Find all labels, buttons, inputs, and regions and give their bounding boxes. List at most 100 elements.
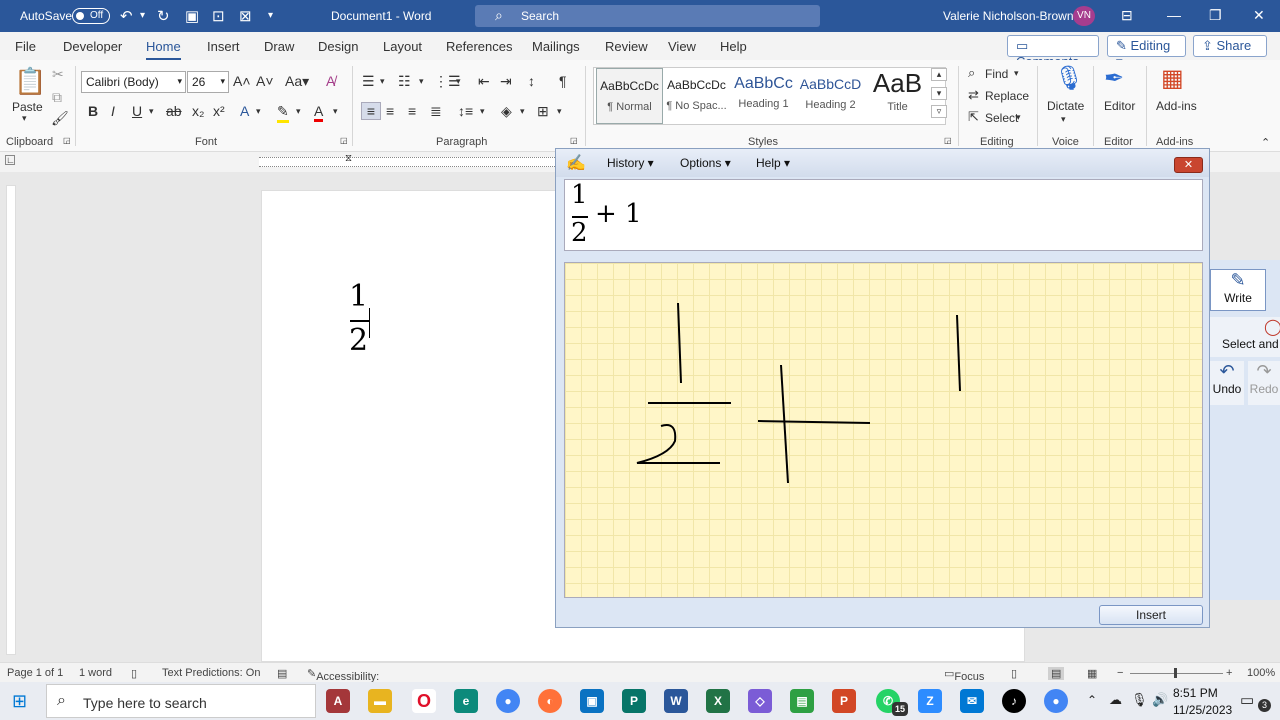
font-name-select[interactable]: Calibri (Body) ▾ — [81, 71, 186, 93]
menu-history[interactable]: History ▾ — [607, 156, 654, 170]
tab-draw[interactable]: Draw — [264, 39, 294, 54]
font-size-select[interactable]: 26 ▾ — [187, 71, 229, 93]
paragraph-launcher-icon[interactable]: ◲ — [570, 136, 578, 145]
multilevel-dropdown-icon[interactable]: ▾ — [456, 76, 461, 87]
undo-dropdown-icon[interactable]: ▾ — [140, 10, 145, 21]
font-launcher-icon[interactable]: ◲ — [340, 136, 348, 145]
cut-icon[interactable]: ✂ — [52, 66, 64, 83]
strikethrough-icon[interactable]: ab — [166, 103, 182, 119]
collapse-ribbon-icon[interactable]: ⌃ — [1261, 136, 1270, 149]
redo-tool-button[interactable]: ↷ Redo — [1248, 361, 1280, 405]
clear-formatting-icon[interactable]: A̸ — [326, 73, 335, 89]
zoom-app-icon[interactable]: Z — [918, 689, 942, 713]
proofing-icon[interactable]: ▯ — [131, 667, 137, 680]
editor-icon[interactable]: ✒ — [1104, 64, 1124, 93]
underline-icon[interactable]: U — [132, 103, 142, 119]
select-dropdown-icon[interactable]: ▾ — [1016, 112, 1021, 123]
tab-design[interactable]: Design — [318, 39, 358, 54]
autosave-toggle[interactable]: Off — [72, 8, 110, 24]
change-case-icon[interactable]: Aa▾ — [285, 73, 309, 90]
powerpoint-icon[interactable]: P — [832, 689, 856, 713]
comments-button[interactable]: ▭ Comments — [1007, 35, 1099, 69]
styles-scroll-up-icon[interactable]: ▴ — [931, 68, 947, 81]
tab-home[interactable]: Home — [146, 39, 181, 61]
excel-icon[interactable]: X — [706, 689, 730, 713]
close-icon[interactable]: ✕ — [1253, 7, 1265, 24]
justify-icon[interactable]: ≣ — [430, 103, 442, 120]
text-predictions[interactable]: Text Predictions: On — [162, 667, 260, 679]
superscript-icon[interactable]: x² — [213, 103, 225, 119]
tab-layout[interactable]: Layout — [383, 39, 422, 54]
read-mode-icon[interactable]: ▯ — [1011, 667, 1017, 680]
editor-button-label[interactable]: Editor — [1104, 99, 1135, 113]
highlight-dropdown-icon[interactable]: ▾ — [296, 106, 301, 117]
style-title[interactable]: AaB Title — [864, 68, 931, 124]
indent-marker-icon[interactable]: ⧖ — [345, 153, 352, 164]
replace-icon[interactable]: ⇄ — [968, 87, 979, 103]
tab-view[interactable]: View — [668, 39, 696, 54]
opera-icon[interactable]: O — [412, 689, 436, 713]
paste-dropdown-icon[interactable]: ▾ — [22, 113, 27, 124]
volume-icon[interactable]: 🔊 — [1152, 692, 1168, 708]
tab-file[interactable]: File — [15, 39, 36, 54]
word-count[interactable]: 1 word — [79, 667, 112, 679]
add-ins-button-label[interactable]: Add-ins — [1156, 99, 1197, 113]
shrink-font-icon[interactable]: A˅ — [256, 73, 274, 89]
numbering-dropdown-icon[interactable]: ▾ — [419, 76, 424, 87]
find-label[interactable]: Find — [985, 67, 1008, 81]
find-icon[interactable]: ⌕ — [968, 65, 975, 81]
macro-icon[interactable]: ▤ — [277, 667, 287, 680]
accessibility-status[interactable]: ✎ Accessibility: Good to go — [307, 667, 379, 695]
tab-mailings[interactable]: Mailings — [532, 39, 580, 54]
borders-icon[interactable]: ⊞ — [537, 103, 549, 120]
mail-icon[interactable]: ✉ — [960, 689, 984, 713]
italic-icon[interactable]: I — [111, 103, 115, 119]
tab-insert[interactable]: Insert — [207, 39, 240, 54]
bold-icon[interactable]: B — [88, 103, 98, 119]
zoom-level[interactable]: 100% — [1247, 667, 1275, 679]
styles-scroll-down-icon[interactable]: ▾ — [931, 87, 947, 100]
firefox-icon[interactable]: ◐ — [538, 689, 562, 713]
decrease-indent-icon[interactable]: ⇤ — [478, 73, 490, 90]
increase-indent-icon[interactable]: ⇥ — [500, 73, 512, 90]
tab-developer[interactable]: Developer — [63, 39, 122, 54]
zoom-slider-thumb[interactable] — [1174, 668, 1177, 678]
select-label[interactable]: Select — [985, 111, 1018, 125]
focus-button[interactable]: ▭ Focus — [944, 667, 984, 683]
paste-label[interactable]: Paste — [12, 100, 43, 114]
bullets-dropdown-icon[interactable]: ▾ — [380, 76, 385, 87]
select-icon[interactable]: ⇱ — [968, 109, 979, 125]
font-color-dropdown-icon[interactable]: ▾ — [333, 106, 338, 117]
style-heading-2[interactable]: AaBbCcD Heading 2 — [797, 68, 864, 124]
tiktok-icon[interactable]: ♪ — [1002, 689, 1026, 713]
menu-help[interactable]: Help ▾ — [756, 156, 790, 170]
file-explorer-icon[interactable]: ▬ — [368, 689, 392, 713]
zoom-out-icon[interactable]: − — [1117, 667, 1123, 679]
numbering-icon[interactable]: ☷ — [398, 73, 411, 90]
notifications-icon[interactable]: ▭ — [1240, 691, 1254, 709]
style-no-spacing[interactable]: AaBbCcDc ¶ No Spac... — [663, 68, 730, 124]
style-heading-1[interactable]: AaBbCc Heading 1 — [730, 68, 797, 124]
touch-mode-icon[interactable]: ⊠ — [239, 7, 252, 25]
editing-mode-button[interactable]: ✎ Editing ▾ — [1107, 35, 1186, 69]
tab-selector-icon[interactable]: ∟ — [5, 155, 15, 165]
line-spacing-dropdown-icon[interactable]: ▾ — [480, 106, 485, 117]
insert-button[interactable]: Insert — [1099, 605, 1203, 625]
math-panel-close-button[interactable]: ✕ — [1174, 157, 1203, 173]
replace-label[interactable]: Replace — [985, 89, 1029, 103]
web-layout-icon[interactable]: ▦ — [1087, 667, 1097, 680]
sheets-icon[interactable]: ▤ — [790, 689, 814, 713]
add-ins-icon[interactable]: ▦ — [1161, 64, 1184, 93]
taskbar-date[interactable]: 11/25/2023 — [1173, 703, 1232, 717]
borders-dropdown-icon[interactable]: ▾ — [557, 106, 562, 117]
tab-references[interactable]: References — [446, 39, 512, 54]
windows-start-icon[interactable]: ⊞ — [12, 691, 27, 712]
styles-launcher-icon[interactable]: ◲ — [944, 136, 952, 145]
sort-icon[interactable]: ↕ — [528, 73, 535, 89]
align-right-icon[interactable]: ≡ — [408, 103, 416, 119]
underline-dropdown-icon[interactable]: ▾ — [149, 106, 154, 117]
edge-icon[interactable]: e — [454, 689, 478, 713]
tray-chevron-icon[interactable]: ⌃ — [1087, 693, 1097, 707]
copy-icon[interactable]: ⧉ — [52, 89, 62, 106]
access-app-icon[interactable]: A — [326, 689, 350, 713]
